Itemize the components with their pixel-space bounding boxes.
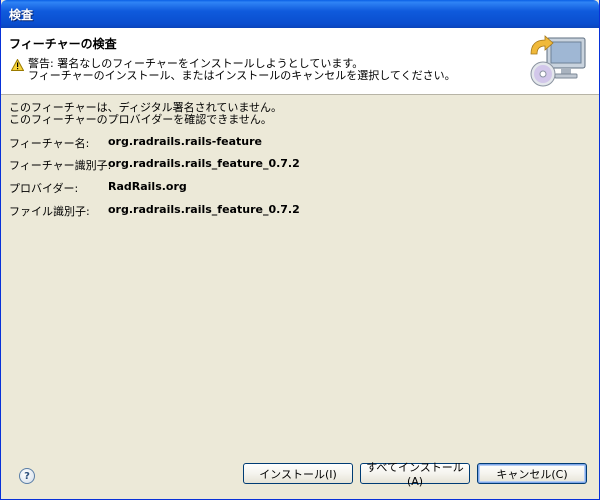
warning-line-2: フィーチャーのインストール、またはインストールのキャンセルを選択してください。 [28, 69, 456, 82]
feature-id-label: フィーチャー識別子: [9, 159, 112, 172]
help-icon[interactable]: ? [19, 468, 35, 484]
provider-label: プロバイダー: [9, 182, 79, 195]
file-id-value: org.radrails.rails_feature_0.7.2 [108, 203, 300, 216]
inspect-dialog: 検査 フィーチャーの検査 警告: 署名なしのフィーチャーをインストールしようとし… [0, 0, 600, 500]
banner-title: フィーチャーの検査 [9, 37, 117, 51]
install-button[interactable]: インストール(I) [243, 463, 353, 484]
feature-details: このフィーチャーは、ディジタル署名されていません。 このフィーチャーのプロバイダ… [1, 95, 599, 445]
warning-triangle-icon [11, 59, 24, 71]
feature-name-label: フィーチャー名: [9, 137, 90, 150]
install-all-button[interactable]: すべてインストール(A) [360, 461, 470, 488]
feature-id-value: org.radrails.rails_feature_0.7.2 [108, 157, 300, 170]
title-bar[interactable]: 検査 [1, 0, 599, 28]
provider-notice: このフィーチャーのプロバイダーを確認できません。 [9, 113, 272, 126]
window-title: 検査 [9, 7, 34, 22]
provider-value: RadRails.org [108, 180, 187, 193]
file-id-label: ファイル識別子: [9, 205, 90, 218]
feature-name-value: org.radrails.rails-feature [108, 135, 263, 148]
header-banner: フィーチャーの検査 警告: 署名なしのフィーチャーをインストールしようとしていま… [1, 28, 599, 95]
cancel-button[interactable]: キャンセル(C) [477, 463, 587, 484]
warning-message: 警告: 署名なしのフィーチャーをインストールしようとしています。 フィーチャーの… [11, 58, 456, 82]
install-cd-computer-icon [530, 35, 586, 87]
button-bar: ? インストール(I) すべてインストール(A) キャンセル(C) [1, 458, 599, 498]
